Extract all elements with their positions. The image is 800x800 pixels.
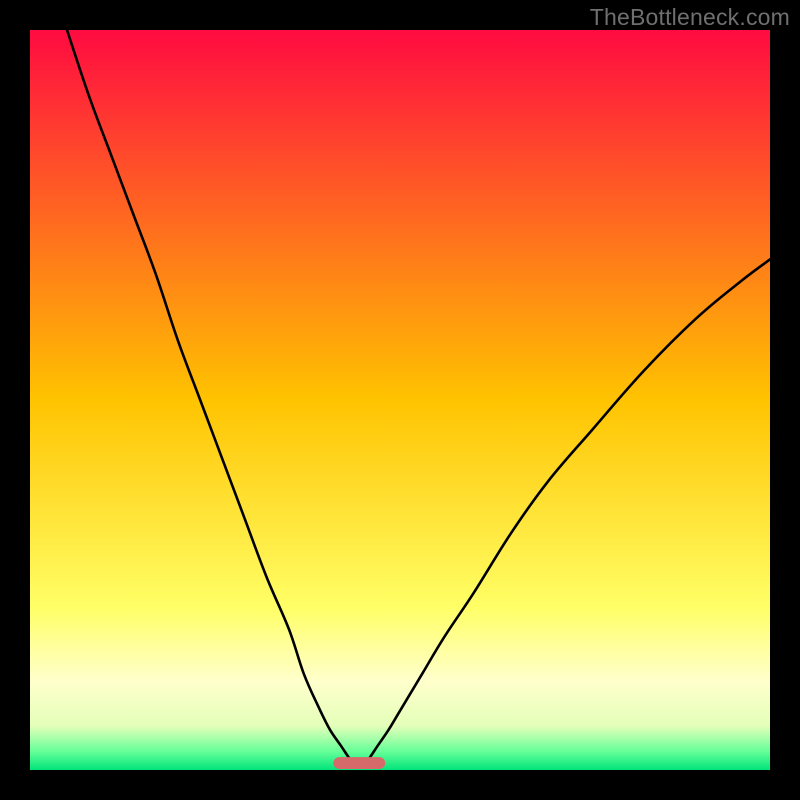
chart-background [30,30,770,770]
watermark-text: TheBottleneck.com [590,4,790,31]
chart-svg [30,30,770,770]
chart-area [30,30,770,770]
minimum-marker [333,757,385,769]
outer-frame: TheBottleneck.com [0,0,800,800]
